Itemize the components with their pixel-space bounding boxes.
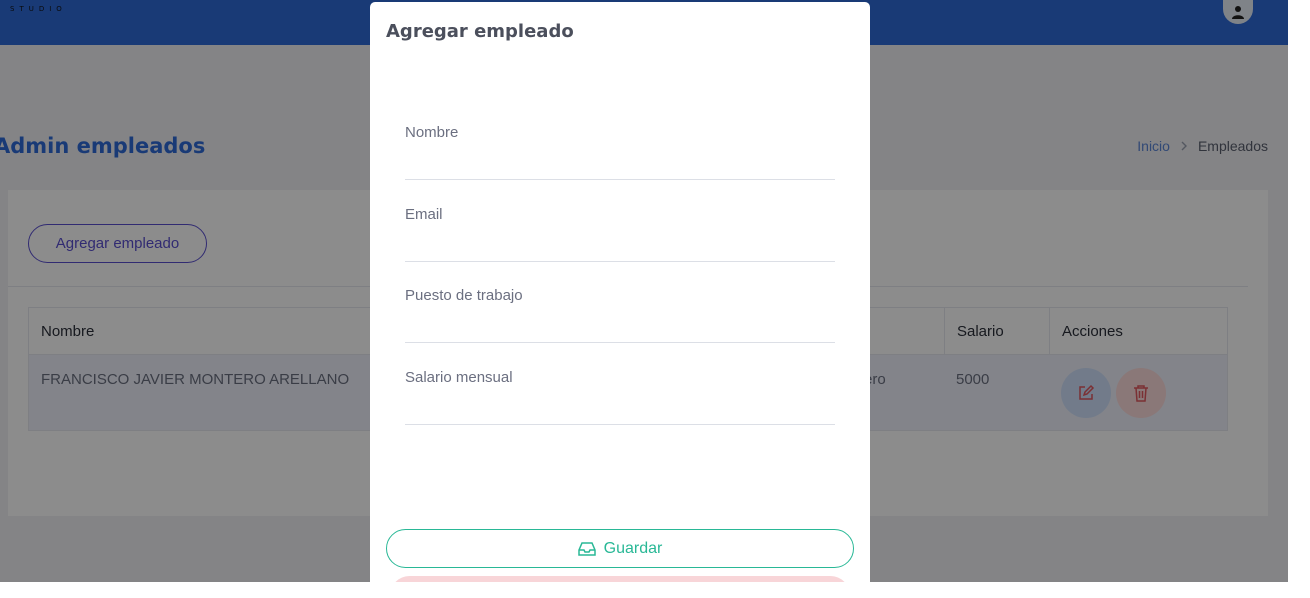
email-field: Email xyxy=(405,206,835,262)
puesto-input[interactable] xyxy=(405,311,835,339)
inbox-icon xyxy=(577,541,596,556)
nombre-field: Nombre xyxy=(405,124,835,180)
salario-label: Salario mensual xyxy=(405,369,513,386)
save-label: Guardar xyxy=(603,539,663,557)
modal-title: Agregar empleado xyxy=(386,21,574,42)
salario-input[interactable] xyxy=(405,393,835,421)
puesto-field: Puesto de trabajo xyxy=(405,287,835,343)
app-background: STUDIO Admin empleados Inicio Empleados … xyxy=(0,0,1288,582)
nombre-label: Nombre xyxy=(405,124,459,141)
puesto-label: Puesto de trabajo xyxy=(405,287,523,304)
salario-field: Salario mensual xyxy=(405,369,835,425)
email-label: Email xyxy=(405,206,443,223)
add-employee-modal: Agregar empleado Nombre Email Puesto de … xyxy=(370,2,870,582)
email-input[interactable] xyxy=(405,230,835,258)
save-button[interactable]: Guardar xyxy=(386,529,854,568)
nombre-input[interactable] xyxy=(405,148,835,176)
cancel-button[interactable] xyxy=(390,576,850,582)
